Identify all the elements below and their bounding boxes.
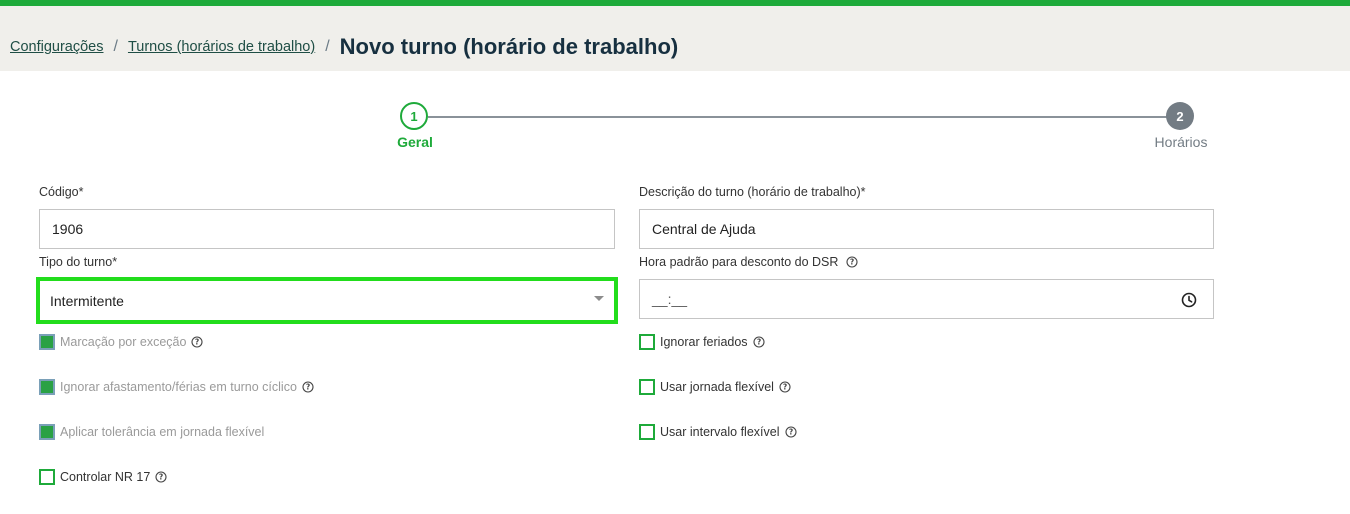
codigo-label: Código*: [39, 185, 84, 199]
checkbox-label: Ignorar afastamento/férias em turno cícl…: [60, 380, 297, 394]
descricao-value: Central de Ajuda: [652, 221, 756, 237]
help-circle-icon[interactable]: ?: [753, 336, 765, 348]
checkbox-box[interactable]: [639, 424, 655, 440]
breadcrumb-separator: /: [113, 38, 118, 55]
breadcrumb-link-configuracoes[interactable]: Configurações: [10, 39, 104, 55]
checkbox-label: Aplicar tolerância em jornada flexível: [60, 425, 265, 439]
checkbox-aplicar-tolerancia[interactable]: Aplicar tolerância em jornada flexível: [39, 424, 264, 440]
descricao-input[interactable]: Central de Ajuda: [639, 209, 1214, 249]
help-circle-icon[interactable]: ?: [784, 426, 797, 438]
codigo-input[interactable]: 1906: [39, 209, 615, 249]
clock-icon[interactable]: [1181, 292, 1197, 308]
caret-down-icon: [594, 296, 604, 301]
step-2-indicator[interactable]: 2: [1166, 102, 1194, 130]
svg-text:?: ?: [195, 338, 199, 347]
checkbox-box[interactable]: [639, 379, 655, 395]
help-circle-icon[interactable]: ?: [302, 381, 314, 393]
checkbox-box[interactable]: [39, 424, 55, 440]
stepper-line: [428, 116, 1168, 118]
tipo-turno-selected-value: Intermitente: [50, 292, 124, 309]
breadcrumb-separator: /: [325, 38, 330, 55]
svg-text:?: ?: [788, 428, 792, 437]
checkbox-box[interactable]: [39, 334, 55, 350]
hora-dsr-input[interactable]: __:__: [639, 279, 1214, 319]
checkbox-label: Ignorar feriados: [660, 335, 748, 349]
checkbox-marcacao-excecao[interactable]: Marcação por exceção ?: [39, 334, 204, 350]
checkbox-label: Controlar NR 17: [60, 470, 151, 484]
page-header: Configurações / Turnos (horários de trab…: [0, 6, 1350, 71]
checkbox-box[interactable]: [39, 379, 55, 395]
step-1-indicator[interactable]: 1: [400, 102, 428, 130]
checkbox-label: Marcação por exceção: [60, 335, 187, 349]
page-title: Novo turno (horário de trabalho): [339, 34, 679, 59]
tipo-turno-select[interactable]: Intermitente: [36, 277, 618, 324]
svg-text:?: ?: [756, 338, 760, 347]
help-circle-icon[interactable]: ?: [779, 381, 791, 393]
hora-dsr-value: __:__: [652, 291, 688, 307]
checkbox-ignorar-afastamento[interactable]: Ignorar afastamento/férias em turno cícl…: [39, 379, 314, 395]
hora-dsr-label-text: Hora padrão para desconto do DSR: [639, 255, 839, 269]
checkbox-ignorar-feriados[interactable]: Ignorar feriados ?: [639, 334, 765, 350]
codigo-value: 1906: [52, 221, 84, 237]
step-2-label[interactable]: Horários: [1131, 134, 1231, 150]
breadcrumb: Configurações / Turnos (horários de trab…: [10, 32, 678, 62]
checkbox-label: Usar intervalo flexível: [660, 425, 780, 439]
breadcrumb-link-turnos[interactable]: Turnos (horários de trabalho): [128, 39, 315, 55]
checkbox-box[interactable]: [639, 334, 655, 350]
help-circle-icon[interactable]: ?: [846, 256, 858, 268]
help-circle-icon[interactable]: ?: [155, 471, 167, 483]
checkbox-controlar-nr17[interactable]: Controlar NR 17 ?: [39, 469, 167, 485]
svg-text:?: ?: [850, 258, 854, 267]
svg-text:?: ?: [306, 383, 310, 392]
step-1-label[interactable]: Geral: [365, 134, 465, 150]
tipo-turno-label: Tipo do turno*: [39, 255, 118, 269]
checkbox-usar-intervalo-flexivel[interactable]: Usar intervalo flexível ?: [639, 424, 797, 440]
descricao-label: Descrição do turno (horário de trabalho)…: [639, 185, 866, 199]
svg-text:?: ?: [783, 383, 787, 392]
help-circle-icon[interactable]: ?: [191, 336, 204, 348]
hora-dsr-label: Hora padrão para desconto do DSR ?: [639, 255, 858, 269]
checkbox-label: Usar jornada flexível: [660, 380, 774, 394]
checkbox-usar-jornada-flexivel[interactable]: Usar jornada flexível ?: [639, 379, 791, 395]
checkbox-box[interactable]: [39, 469, 55, 485]
svg-text:?: ?: [159, 473, 163, 482]
